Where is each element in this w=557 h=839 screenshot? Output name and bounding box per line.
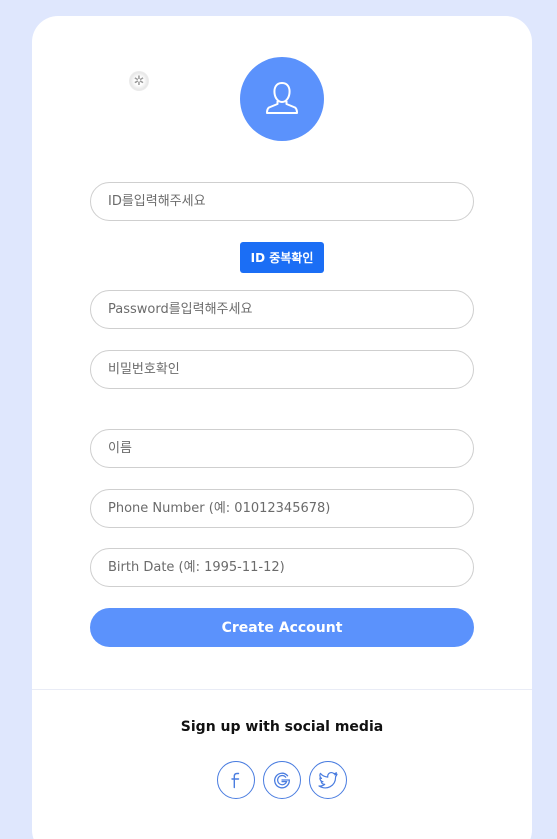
name-input[interactable]: [90, 429, 474, 468]
facebook-icon: [231, 772, 240, 789]
loading-spinner-icon: ✲: [129, 71, 149, 91]
twitter-button[interactable]: [309, 761, 347, 799]
user-icon: [266, 81, 298, 114]
phone-input[interactable]: [90, 489, 474, 528]
twitter-icon: [318, 771, 338, 789]
id-input[interactable]: [90, 182, 474, 221]
divider: [32, 689, 532, 690]
facebook-button[interactable]: [217, 761, 255, 799]
birth-date-input[interactable]: [90, 548, 474, 587]
social-signup-title: Sign up with social media: [180, 719, 384, 735]
password-input[interactable]: [90, 290, 474, 329]
id-duplicate-check-button[interactable]: ID 중복확인: [240, 242, 324, 273]
google-icon: [274, 772, 290, 789]
signup-card: ✲ ID 중복확인 Create Account Sign up with so…: [32, 16, 532, 839]
create-account-button[interactable]: Create Account: [90, 608, 474, 647]
password-confirm-input[interactable]: [90, 350, 474, 389]
google-button[interactable]: [263, 761, 301, 799]
avatar: [240, 57, 324, 141]
